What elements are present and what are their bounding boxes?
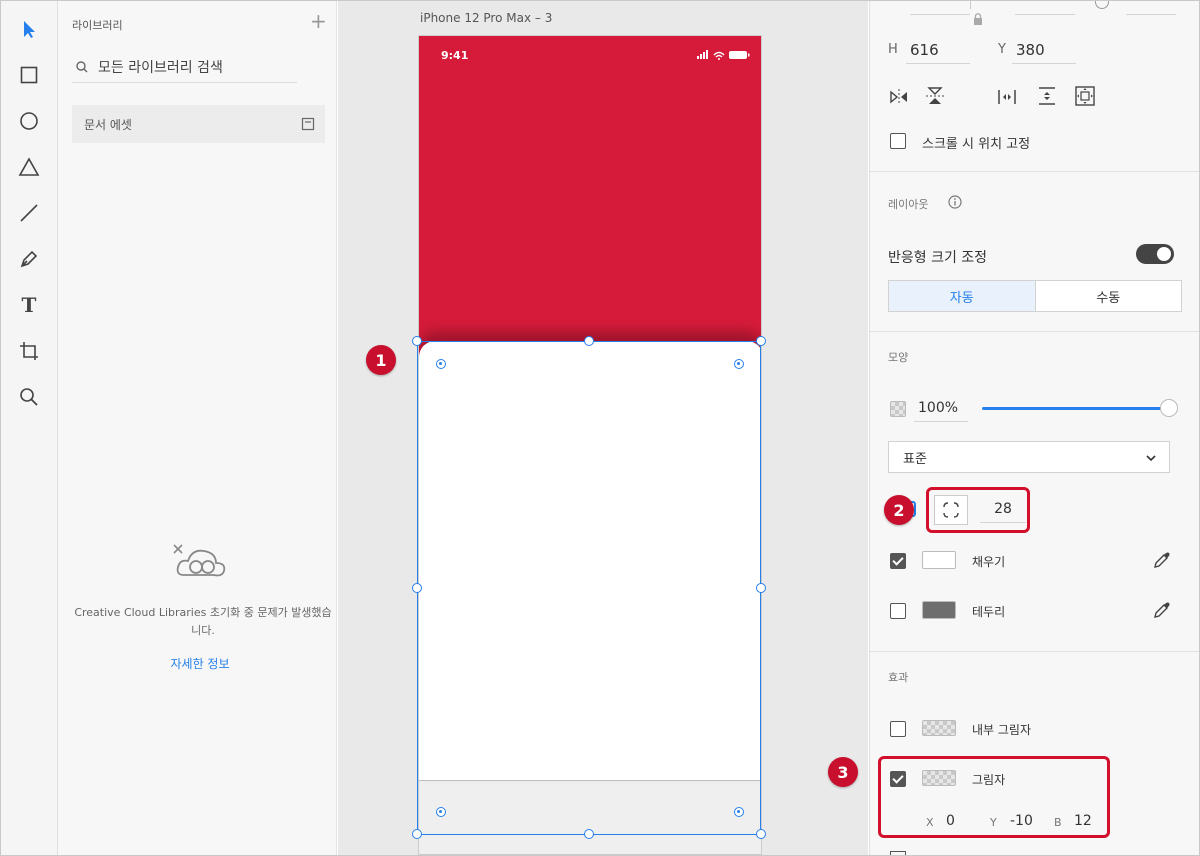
fill-checkbox[interactable] — [890, 553, 906, 569]
responsive-resize-label: 반응형 크기 조정 — [888, 250, 988, 266]
flip-vertical-icon[interactable] — [924, 85, 946, 107]
callout-badge-2: 2 — [884, 495, 914, 525]
flip-horizontal-icon[interactable] — [888, 87, 910, 107]
border-eyedropper-icon[interactable] — [1152, 600, 1172, 620]
border-checkbox[interactable] — [890, 603, 906, 619]
divider — [870, 171, 1199, 172]
fixed-scroll-checkbox[interactable] — [890, 133, 906, 149]
corner-radius-handle-bl[interactable] — [436, 807, 446, 817]
card-bottom-edge — [419, 780, 761, 781]
line-icon[interactable] — [15, 199, 43, 227]
tool-bar: T — [1, 1, 58, 855]
hero-rectangle[interactable]: 9:41 — [419, 36, 761, 356]
highlight-box-corner — [926, 487, 1030, 533]
creative-cloud-error-icon — [173, 544, 226, 577]
width-field[interactable] — [910, 1, 970, 15]
inner-shadow-checkbox[interactable] — [890, 721, 906, 737]
white-card-rectangle[interactable] — [419, 341, 761, 781]
pen-icon[interactable] — [15, 245, 43, 273]
text-icon[interactable]: T — [15, 291, 43, 319]
distribute-vertical-icon[interactable] — [1036, 85, 1058, 107]
y-field[interactable]: 380 — [1012, 36, 1076, 64]
rotation-icon[interactable] — [1095, 1, 1109, 9]
more-info-link[interactable]: 자세한 정보 — [72, 655, 328, 672]
lock-link-line — [970, 1, 971, 9]
opacity-field[interactable]: 100% — [914, 394, 968, 422]
opacity-slider-thumb[interactable] — [1160, 399, 1178, 417]
responsive-resize-toggle[interactable] — [1136, 244, 1174, 264]
info-icon[interactable] — [948, 195, 962, 209]
resize-handle-bottom-left[interactable] — [412, 829, 422, 839]
auto-segment[interactable]: 자동 — [889, 281, 1036, 311]
artboard[interactable]: 9:41 — [418, 35, 762, 855]
library-title: 라이브러리 — [72, 19, 123, 32]
library-search[interactable]: 모든 라이브러리 검색 — [72, 51, 297, 83]
corner-radius-handle-tr[interactable] — [734, 359, 744, 369]
next-effect-checkbox[interactable] — [890, 851, 906, 855]
select-icon[interactable] — [15, 15, 43, 43]
artboard-title[interactable]: iPhone 12 Pro Max – 3 — [420, 11, 552, 25]
callout-badge-3: 3 — [828, 757, 858, 787]
fill-eyedropper-icon[interactable] — [1152, 550, 1172, 570]
resize-handle-bottom-right[interactable] — [756, 829, 766, 839]
ellipse-icon[interactable] — [15, 107, 43, 135]
rectangle-icon[interactable] — [15, 61, 43, 89]
triangle-icon[interactable] — [15, 153, 43, 181]
design-canvas[interactable]: iPhone 12 Pro Max – 3 9:41 1 — [338, 1, 868, 855]
add-library-button[interactable]: + — [310, 11, 327, 31]
document-assets-item[interactable]: 문서 에셋 — [72, 105, 325, 143]
library-error-message: Creative Cloud Libraries 초기화 중 문제가 발생했습니… — [74, 606, 332, 637]
lock-icon[interactable] — [972, 11, 984, 27]
y-label: Y — [998, 42, 1006, 57]
height-label: H — [888, 42, 898, 57]
corner-radius-handle-br[interactable] — [734, 807, 744, 817]
resize-handle-top-left[interactable] — [412, 336, 422, 346]
inner-shadow-preview-icon — [922, 720, 956, 736]
library-panel: 라이브러리 + 모든 라이브러리 검색 문서 에셋 Creative Cloud… — [58, 1, 337, 855]
rotation-field[interactable] — [1126, 1, 1176, 15]
layout-section-title: 레이아웃 — [888, 198, 929, 211]
fixed-scroll-label: 스크롤 시 위치 고정 — [922, 137, 1031, 152]
fill-color-swatch[interactable] — [922, 551, 956, 569]
divider — [870, 651, 1199, 652]
manual-segment[interactable]: 수동 — [1036, 281, 1182, 311]
fill-label: 채우기 — [972, 555, 1006, 569]
effects-section-title: 효과 — [888, 671, 909, 684]
artboard-icon[interactable] — [15, 337, 43, 365]
app-window: T 라이브러리 + 모든 라이브러리 검색 문서 에셋 Creative Clo… — [0, 0, 1200, 856]
fit-to-frame-icon[interactable] — [1074, 85, 1096, 107]
appearance-section-title: 모양 — [888, 351, 909, 364]
divider — [870, 331, 1199, 332]
height-field[interactable]: 616 — [906, 36, 970, 64]
resize-mode-segmented: 자동 수동 — [888, 280, 1182, 312]
inner-shadow-label: 내부 그림자 — [972, 723, 1032, 737]
distribute-horizontal-icon[interactable] — [996, 87, 1018, 107]
status-time: 9:41 — [441, 49, 469, 62]
resize-handle-left[interactable] — [412, 583, 422, 593]
search-input[interactable]: 모든 라이브러리 검색 — [98, 57, 223, 77]
resize-handle-top-right[interactable] — [756, 336, 766, 346]
document-icon — [301, 117, 315, 131]
properties-panel: H 616 Y 380 스크롤 시 위치 고정 레이아웃 반응형 크기 조정 자… — [828, 1, 1199, 855]
x-field[interactable] — [1015, 1, 1075, 15]
callout-badge-1: 1 — [366, 345, 396, 375]
opacity-icon — [890, 401, 906, 417]
document-assets-label: 문서 에셋 — [84, 117, 132, 132]
blend-mode-value: 표준 — [903, 451, 927, 467]
highlight-box-shadow — [878, 756, 1110, 838]
opacity-slider-track[interactable] — [982, 407, 1170, 410]
resize-handle-bottom[interactable] — [584, 829, 594, 839]
corner-radius-handle-tl[interactable] — [436, 359, 446, 369]
border-color-swatch[interactable] — [922, 601, 956, 619]
resize-handle-right[interactable] — [756, 583, 766, 593]
status-bar-icons — [697, 50, 750, 60]
blend-mode-dropdown[interactable]: 표준 — [888, 441, 1170, 473]
chevron-down-icon — [1146, 455, 1156, 462]
zoom-icon[interactable] — [15, 383, 43, 411]
search-icon — [76, 60, 88, 72]
border-label: 테두리 — [972, 605, 1006, 619]
resize-handle-top[interactable] — [584, 336, 594, 346]
